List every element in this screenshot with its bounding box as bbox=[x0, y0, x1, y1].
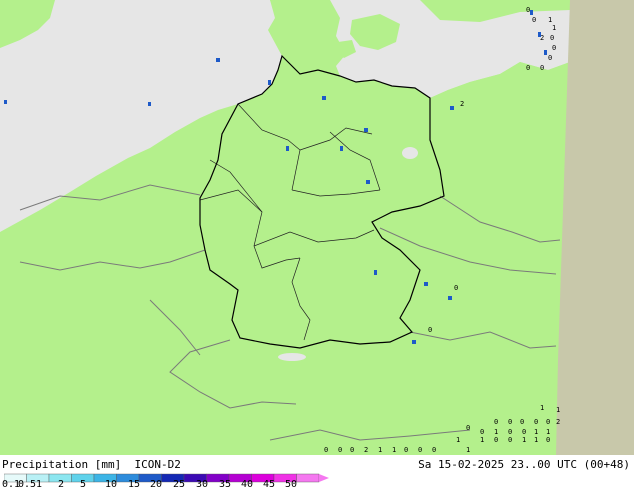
point-value-label: 0 bbox=[404, 446, 408, 454]
precip-marker bbox=[448, 296, 452, 300]
precip-marker bbox=[366, 180, 370, 184]
point-value-label: 2 bbox=[460, 100, 464, 108]
point-value-label: 0 bbox=[508, 428, 512, 436]
scale-tick-label: 35 bbox=[219, 479, 232, 490]
point-value-label: 0 bbox=[428, 326, 432, 334]
scale-tick-label: 20 bbox=[150, 479, 163, 490]
point-value-label: 0 bbox=[454, 284, 458, 292]
precip-marker bbox=[374, 270, 377, 275]
precip-marker bbox=[322, 96, 326, 100]
product-title: Precipitation [mm] ICON-D2 bbox=[2, 458, 181, 471]
scale-tick-label: 40 bbox=[241, 479, 254, 490]
point-value-label: 1 bbox=[456, 436, 460, 444]
point-value-label: 0 bbox=[546, 418, 550, 426]
scale-tick-label: 25 bbox=[173, 479, 186, 490]
point-value-label: 0 bbox=[432, 446, 436, 454]
point-value-label: 0 bbox=[494, 418, 498, 426]
scale-tick-label: 1 bbox=[36, 479, 43, 490]
scale-tick-label: 30 bbox=[196, 479, 209, 490]
point-value-label: 0 bbox=[324, 446, 328, 454]
point-value-label: 0 bbox=[548, 54, 552, 62]
point-value-label: 1 bbox=[522, 436, 526, 444]
precip-marker bbox=[412, 340, 416, 344]
scale-tick-label: 2 bbox=[58, 479, 65, 490]
point-value-label: 1 bbox=[480, 436, 484, 444]
point-value-label: 1 bbox=[556, 406, 560, 414]
point-value-label: 2 bbox=[556, 418, 560, 426]
point-value-label: 0 bbox=[466, 424, 470, 432]
point-value-label: 0 bbox=[526, 6, 530, 14]
forecast-map-panel: 0002110001001100100110000011000002110000… bbox=[0, 0, 634, 490]
point-value-label: 1 bbox=[546, 428, 550, 436]
scale-tick-label: 50 bbox=[285, 479, 298, 490]
legend-bar: Precipitation [mm] ICON-D2 Sa 15-02-2025… bbox=[0, 455, 634, 490]
point-value-label: 1 bbox=[552, 24, 556, 32]
scale-overflow-arrow bbox=[319, 474, 329, 482]
point-value-label: 0 bbox=[338, 446, 342, 454]
point-value-label: 1 bbox=[392, 446, 396, 454]
point-value-label: 0 bbox=[532, 16, 536, 24]
scale-swatch bbox=[296, 473, 320, 483]
precip-marker bbox=[544, 50, 547, 55]
point-value-label: 0 bbox=[534, 418, 538, 426]
precip-marker bbox=[424, 282, 428, 286]
point-value-label: 2 bbox=[364, 446, 368, 454]
precip-marker bbox=[530, 10, 533, 15]
lake-mueritz bbox=[402, 147, 418, 159]
scale-tick-label: 15 bbox=[128, 479, 141, 490]
point-value-label: 1 bbox=[534, 428, 538, 436]
point-value-label: 0 bbox=[350, 446, 354, 454]
precip-marker bbox=[286, 146, 289, 151]
scale-tick-label: 10 bbox=[105, 479, 118, 490]
point-value-label: 0 bbox=[480, 428, 484, 436]
scale-tick-label: 45 bbox=[263, 479, 276, 490]
point-value-label: 1 bbox=[540, 404, 544, 412]
point-value-label: 0 bbox=[494, 436, 498, 444]
lake-bodensee bbox=[278, 353, 306, 361]
point-value-label: 1 bbox=[378, 446, 382, 454]
precipitation-map: 0 0 0 2 1 1 0 0 01 0 0 1 1 00 1 0 0 1 10 0 0 0 0110 00002110000… bbox=[0, 0, 634, 455]
point-value-label: 0 bbox=[550, 34, 554, 42]
point-value-label: 0 bbox=[552, 44, 556, 52]
precip-marker bbox=[450, 106, 454, 110]
scale-tick-label: 0.5 bbox=[18, 479, 37, 490]
scale-tick-label: 5 bbox=[80, 479, 87, 490]
point-value-label: 0 bbox=[526, 64, 530, 72]
precip-marker bbox=[216, 58, 220, 62]
polish-coast bbox=[420, 62, 570, 455]
point-value-label: 0 bbox=[546, 436, 550, 444]
point-value-label: 1 bbox=[548, 16, 552, 24]
precip-marker bbox=[268, 80, 271, 85]
point-value-label: 0 bbox=[520, 418, 524, 426]
point-value-label: 0 bbox=[508, 436, 512, 444]
precip-marker bbox=[148, 102, 151, 106]
point-value-label: 1 bbox=[534, 436, 538, 444]
point-value-label: 0 bbox=[418, 446, 422, 454]
precip-marker bbox=[4, 100, 7, 104]
precip-marker bbox=[340, 146, 343, 151]
point-value-label: 1 bbox=[494, 428, 498, 436]
point-value-label: 0 bbox=[540, 64, 544, 72]
valid-time-label: Sa 15-02-2025 23..00 UTC (00+48) bbox=[418, 458, 630, 471]
precip-marker bbox=[364, 128, 368, 132]
point-value-label: 0 bbox=[522, 428, 526, 436]
point-value-label: 1 bbox=[466, 446, 470, 454]
point-value-label: 0 bbox=[508, 418, 512, 426]
precip-marker bbox=[538, 32, 541, 37]
